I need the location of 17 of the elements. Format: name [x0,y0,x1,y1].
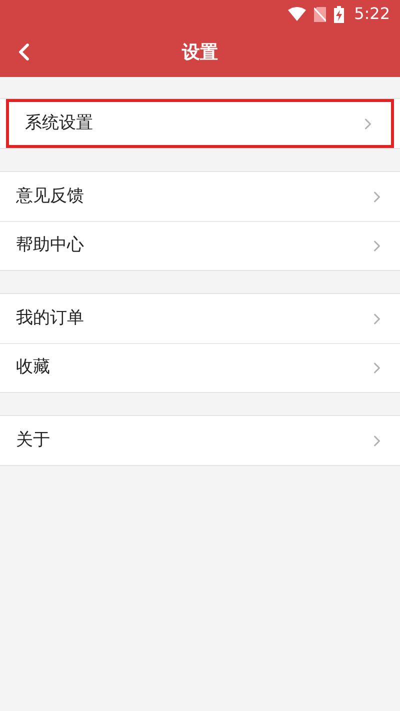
settings-item[interactable]: 关于 [0,416,400,465]
item-label: 收藏 [16,356,50,380]
no-sim-icon [314,6,326,22]
settings-item[interactable]: 收藏 [0,343,400,392]
status-time: 5:22 [354,3,390,25]
settings-item[interactable]: 意见反馈 [0,172,400,221]
item-label: 帮助中心 [16,234,84,258]
settings-item[interactable]: 我的订单 [0,294,400,343]
page-title: 设置 [182,41,218,65]
item-label: 关于 [16,428,50,452]
wifi-icon [288,7,306,21]
item-label: 意见反馈 [16,184,84,208]
settings-item[interactable]: 帮助中心 [0,221,400,270]
item-label: 我的订单 [16,306,84,330]
settings-item[interactable]: 系统设置 [6,99,394,148]
battery-charging-icon [334,6,344,22]
item-label: 系统设置 [25,112,93,135]
